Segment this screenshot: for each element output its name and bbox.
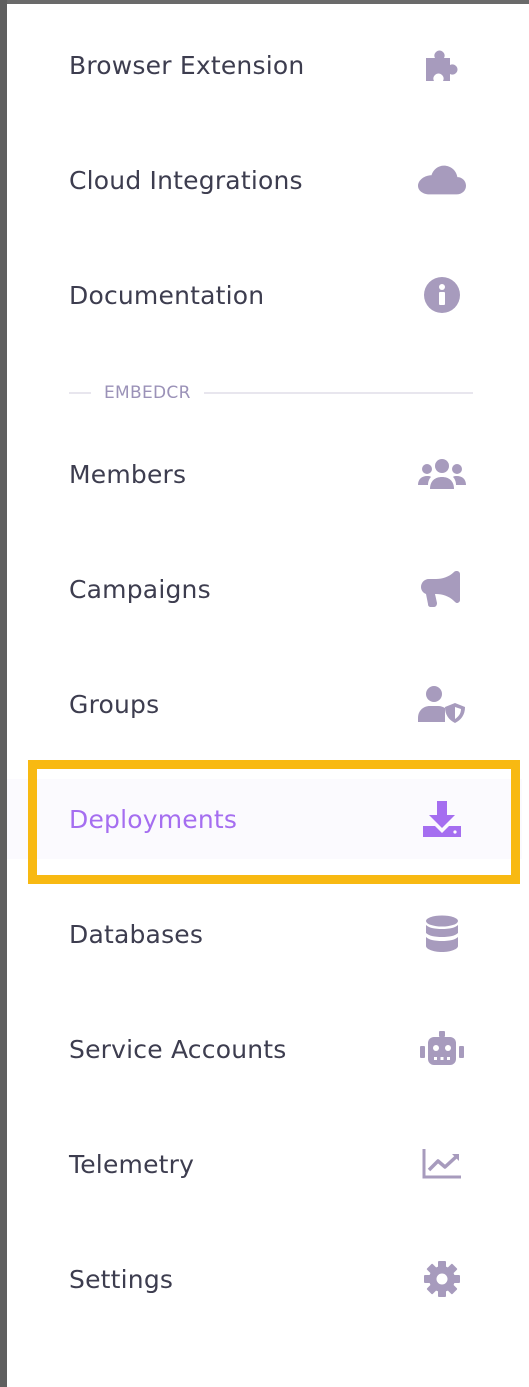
nav-item-label: Browser Extension [69, 50, 305, 80]
user-shield-icon [418, 680, 466, 728]
megaphone-icon [418, 565, 466, 613]
nav-item-label: Members [69, 459, 187, 489]
divider-line [203, 392, 473, 394]
nav-item-label: Settings [69, 1264, 174, 1294]
window-left-border [0, 0, 7, 1387]
divider-line [69, 392, 91, 394]
section-label: EMBEDCR [104, 383, 191, 403]
nav-item-campaigns[interactable]: Campaigns [7, 549, 522, 629]
nav-item-label: Telemetry [69, 1149, 195, 1179]
nav-item-browser-extension[interactable]: Browser Extension [7, 25, 522, 105]
nav-item-label: Groups [69, 689, 160, 719]
nav-item-label: Cloud Integrations [69, 165, 303, 195]
nav-item-label: Documentation [69, 280, 265, 310]
chart-line-icon [418, 1140, 466, 1188]
nav-item-service-accounts[interactable]: Service Accounts [7, 1009, 522, 1089]
nav-item-settings[interactable]: Settings [7, 1239, 522, 1319]
nav-item-label: Campaigns [69, 574, 211, 604]
window-top-border [0, 0, 529, 4]
highlight-box [28, 760, 520, 884]
nav-item-databases[interactable]: Databases [7, 894, 522, 974]
puzzle-icon [418, 41, 466, 89]
gear-icon [418, 1255, 466, 1303]
database-icon [418, 910, 466, 958]
cloud-icon [418, 156, 466, 204]
nav-item-telemetry[interactable]: Telemetry [7, 1124, 522, 1204]
section-divider: EMBEDCR [69, 378, 473, 408]
nav-item-members[interactable]: Members [7, 434, 522, 514]
info-circle-icon [418, 271, 466, 319]
nav-item-label: Service Accounts [69, 1034, 287, 1064]
nav-item-documentation[interactable]: Documentation [7, 255, 522, 335]
nav-item-cloud-integrations[interactable]: Cloud Integrations [7, 140, 522, 220]
nav-item-label: Databases [69, 919, 204, 949]
robot-icon [418, 1025, 466, 1073]
users-icon [418, 450, 466, 498]
nav-item-groups[interactable]: Groups [7, 664, 522, 744]
